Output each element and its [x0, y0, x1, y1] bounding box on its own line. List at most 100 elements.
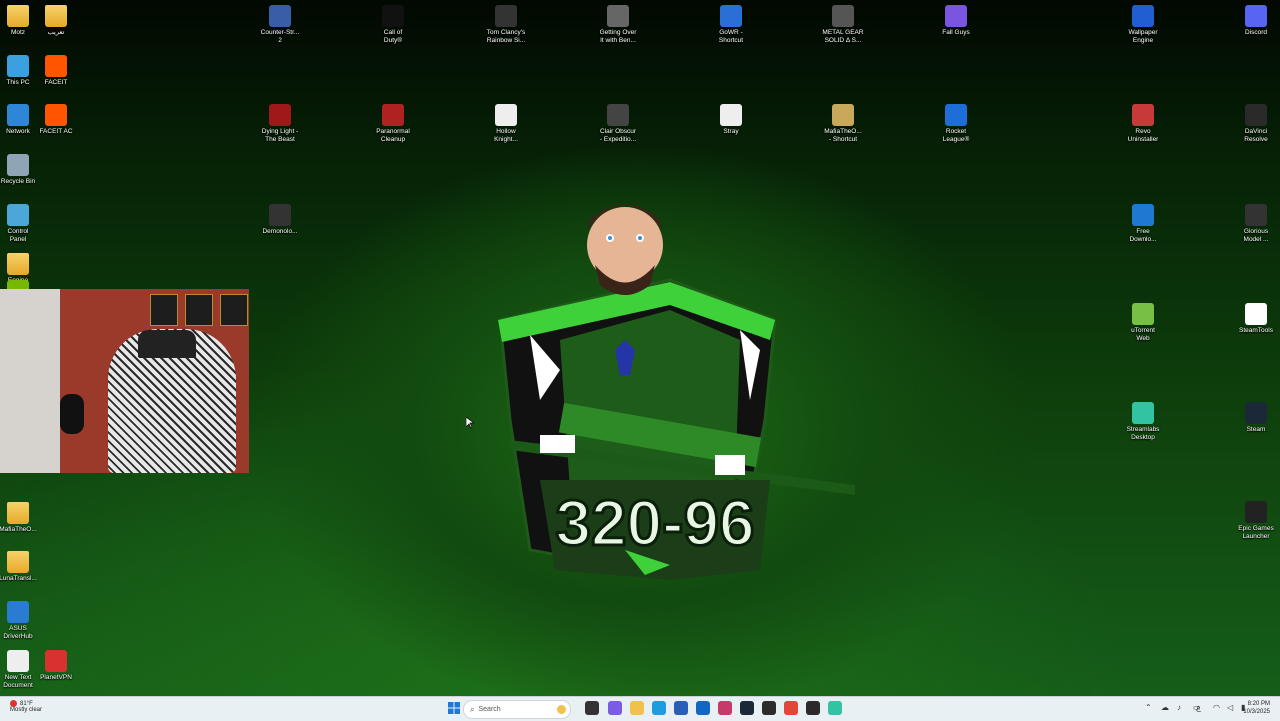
speaker-icon[interactable]: ◁ [1227, 703, 1236, 712]
desktop-icon-label: Tom Clancy's Rainbow Si... [486, 29, 526, 44]
desktop-icon[interactable]: Control Panel [0, 204, 48, 243]
desktop-icon[interactable]: MafiaTheO... [0, 502, 48, 534]
terminal-icon[interactable] [806, 701, 820, 715]
desktop-icon[interactable]: GoWR - Shortcut [701, 5, 761, 44]
desktop-icon[interactable]: Steam [1226, 402, 1280, 434]
logo-text: 320-96 [555, 487, 754, 559]
streamlabs-taskbar-icon[interactable] [828, 701, 842, 715]
desktop-icon-label: Fall Guys [942, 29, 970, 36]
desktop-icon[interactable]: Recycle Bin [0, 154, 48, 186]
steam-icon [1245, 402, 1267, 424]
onedrive-icon[interactable]: ☁ [1161, 703, 1170, 712]
desktop-icon-label: Clair Obscur - Expeditio... [599, 128, 637, 143]
desktop-icon-label: Glorious Model ... [1243, 228, 1269, 243]
desktop-icon[interactable]: Rocket League® [926, 104, 986, 143]
gowr-icon [720, 5, 742, 27]
desktop-icon[interactable]: LunaTransl... [0, 551, 48, 583]
file-explorer-icon[interactable] [630, 701, 644, 715]
desktop-icon[interactable]: Counter-Str... 2 [250, 5, 310, 44]
dying-light-icon [269, 104, 291, 126]
search-placeholder: Search [478, 706, 501, 713]
desktop-icon[interactable]: Stray [701, 104, 761, 136]
desktop-icon[interactable]: Call of Duty® [363, 5, 423, 44]
taskbar-search[interactable]: ⌕ Search [463, 700, 571, 719]
desktop-icon-label: Dying Light - The Beast [261, 128, 299, 143]
faceit-ac-icon [45, 104, 67, 126]
desktop-icon[interactable]: Epic Games Launcher [1226, 501, 1280, 540]
edge-icon[interactable] [652, 701, 666, 715]
desktop-icon-label: DaVinci Resolve [1244, 128, 1268, 143]
desktop-icon[interactable]: Revo Uninstaller [1113, 104, 1173, 143]
recycle-bin-icon [7, 154, 29, 176]
desktop-icon[interactable]: DaVinci Resolve [1226, 104, 1280, 143]
copilot-icon[interactable] [608, 701, 622, 715]
desktop-icon-label: Call of Duty® [383, 29, 403, 44]
desktop-icon-label: Epic Games Launcher [1238, 525, 1274, 540]
desktop-icon[interactable]: Dying Light - The Beast [250, 104, 310, 143]
desktop-icon[interactable]: PlanetVPN [26, 650, 86, 682]
wifi-icon[interactable]: ◠ [1213, 703, 1222, 712]
search-icon: ⌕ [470, 704, 475, 714]
clock[interactable]: 8:20 PM 10/3/2025 [1243, 700, 1270, 716]
stray-icon [720, 104, 742, 126]
desktop-icon[interactable]: Fall Guys [926, 5, 986, 37]
paranormal-cleanup-icon [382, 104, 404, 126]
desktop-icon[interactable]: Paranormal Cleanup [363, 104, 423, 143]
chrome-icon[interactable] [784, 701, 798, 715]
desktop-icon-label: ASUS DriverHub [3, 625, 33, 640]
cod-icon [382, 5, 404, 27]
bitdefender-icon[interactable] [718, 701, 732, 715]
desktop-icon[interactable]: uTorrent Web [1113, 303, 1173, 342]
weather-widget[interactable]: 81°F Mostly clear [10, 700, 42, 713]
ime-icon[interactable]: ع [1196, 703, 1205, 712]
desktop-icon[interactable]: MafiaTheO... - Shortcut [813, 104, 873, 143]
desktop-icon-label: SteamTools [1239, 327, 1273, 334]
desktop-icon[interactable]: Clair Obscur - Expeditio... [588, 104, 648, 143]
desktop-icon-label: Discord [1244, 29, 1268, 36]
desktop-icon[interactable]: Hollow Knight... [476, 104, 536, 143]
desktop-icon[interactable]: Discord [1226, 5, 1280, 37]
outlook-icon[interactable] [696, 701, 710, 715]
desktop-icon[interactable]: FACEIT AC [26, 104, 86, 136]
clock-time: 8:20 PM [1247, 701, 1270, 707]
davinci-resolve-icon [1245, 104, 1267, 126]
weather-desc: Mostly clear [10, 707, 43, 713]
webcam-poster [185, 294, 213, 326]
task-view-icon[interactable] [585, 701, 599, 715]
webcam-microphone [60, 394, 84, 434]
desktop-icon[interactable]: Streamlabs Desktop [1113, 402, 1173, 441]
desktop-icon-label: MafiaTheO... - Shortcut [824, 128, 862, 143]
utorrent-icon [1132, 303, 1154, 325]
chevron-up-icon[interactable]: ⌃ [1145, 703, 1154, 712]
webcam-poster [150, 294, 178, 326]
clock-date: 10/3/2025 [1243, 709, 1270, 715]
store-icon[interactable] [674, 701, 688, 715]
desktop-icon-label: Hollow Knight... [494, 128, 518, 143]
desktop-icon[interactable]: تعريب [26, 5, 86, 37]
folder-icon [7, 253, 29, 275]
faceit-icon [45, 55, 67, 77]
mic-icon[interactable]: ♪ [1177, 703, 1186, 712]
mafia-icon [832, 104, 854, 126]
desktop-icon[interactable]: Free Downlo... [1113, 204, 1173, 243]
desktop-icon-label: Rocket League® [942, 128, 970, 143]
asus-icon [7, 601, 29, 623]
weather-temp: 81°F [20, 700, 33, 707]
desktop-icon-label: GoWR - Shortcut [718, 29, 744, 44]
desktop-icon[interactable]: METAL GEAR SOLID Δ S... [813, 5, 873, 44]
desktop-icon-label: uTorrent Web [1131, 327, 1155, 342]
desktop-icon[interactable]: Tom Clancy's Rainbow Si... [476, 5, 536, 44]
desktop-icon[interactable]: Demonolo... [250, 204, 310, 236]
desktop-icon[interactable]: SteamTools [1226, 303, 1280, 335]
desktop-icon[interactable]: Wallpaper Engine [1113, 5, 1173, 44]
desktop-icon-label: Demonolo... [262, 228, 298, 235]
steam-taskbar-icon[interactable] [740, 701, 754, 715]
desktop-icon-label: Paranormal Cleanup [376, 128, 410, 143]
desktop-icon[interactable]: Glorious Model ... [1226, 204, 1280, 243]
shield-app-icon[interactable] [762, 701, 776, 715]
desktop-icon[interactable]: FACEIT [26, 55, 86, 87]
desktop-icon[interactable]: ASUS DriverHub [0, 601, 48, 640]
windows-start-icon[interactable] [447, 701, 461, 715]
desktop-icon[interactable]: Getting Over It with Ben... [588, 5, 648, 44]
fall-guys-icon [945, 5, 967, 27]
